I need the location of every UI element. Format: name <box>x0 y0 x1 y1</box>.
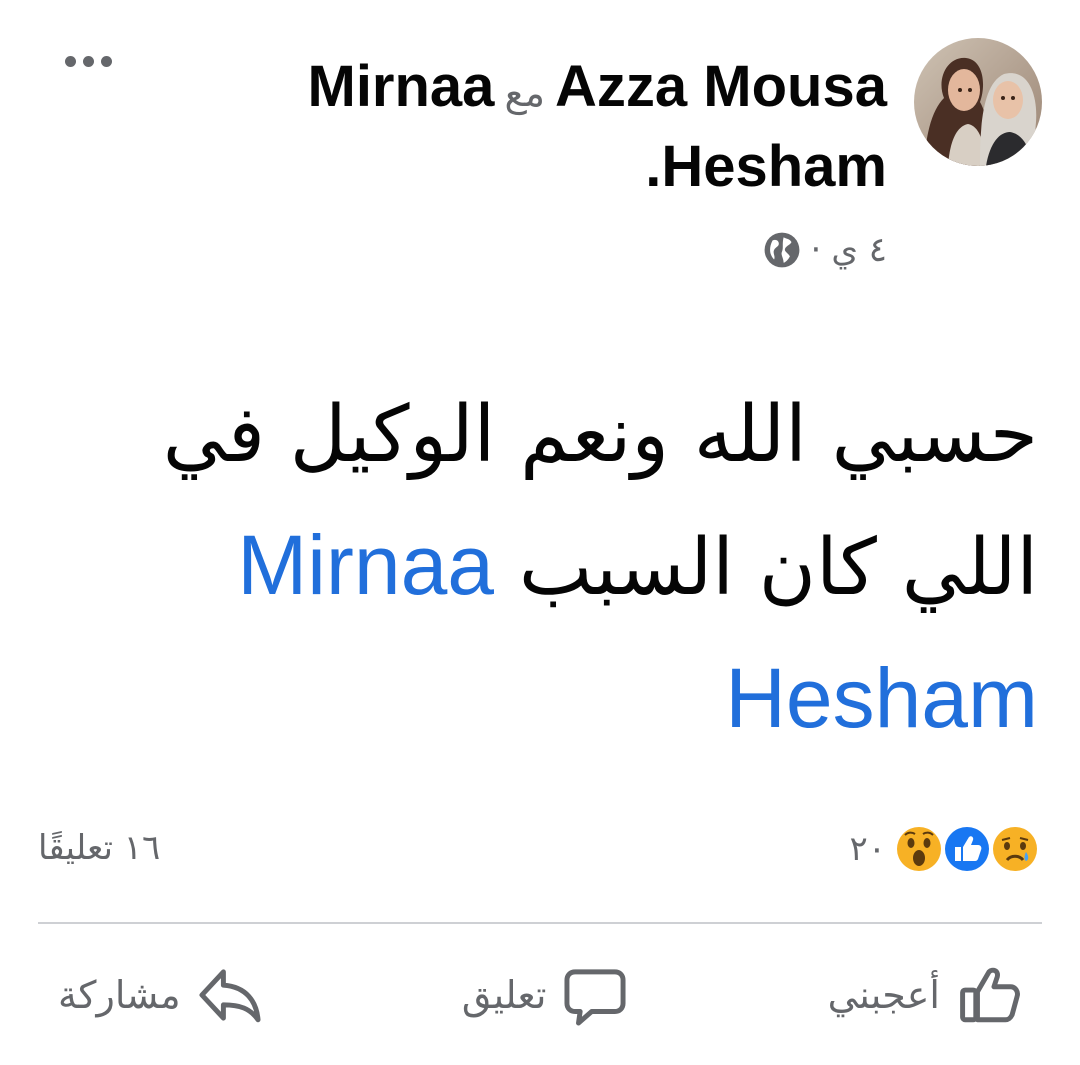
divider <box>38 922 1042 924</box>
comments-count[interactable]: ١٦ تعليقًا <box>38 828 160 868</box>
trailing-period: . <box>645 134 662 199</box>
share-arrow-icon <box>199 969 261 1023</box>
header-line-2: .Hesham <box>187 130 887 204</box>
avatar-photo <box>914 38 1042 166</box>
post-text-line-2-arabic: اللي كان السبب <box>518 523 1038 613</box>
reactions-summary[interactable]: ٢٠ <box>849 822 1042 876</box>
globe-icon[interactable] <box>763 231 801 269</box>
author-name[interactable]: Azza Mousa <box>555 54 887 119</box>
reaction-icons <box>894 822 1042 876</box>
header-line-1: Mirnaa مع Azza Mousa <box>187 50 888 130</box>
like-label: أعجبني <box>827 973 940 1017</box>
avatar[interactable] <box>914 38 1042 166</box>
more-options-dot <box>100 55 112 67</box>
sad-reaction-icon <box>990 824 1040 874</box>
action-bar: أعجبني تعليق مشاركة <box>38 950 1042 1040</box>
wow-reaction-icon <box>894 824 944 874</box>
post-text-line-1: حسبي الله ونعم الوكيل في <box>162 390 1038 480</box>
post-text: حسبي الله ونعم الوكيل في اللي كان السبب … <box>78 370 1038 766</box>
reaction-count: ٢٠ <box>849 829 886 869</box>
post-time[interactable]: ٤ ي <box>831 230 887 270</box>
more-options-dot <box>82 55 94 67</box>
like-reaction-icon <box>942 824 992 874</box>
share-button[interactable]: مشاركة <box>38 962 283 1028</box>
comment-label: تعليق <box>461 973 547 1017</box>
co-author-name-continued[interactable]: Hesham <box>661 134 887 199</box>
comment-bubble-icon <box>564 969 626 1026</box>
comment-button[interactable]: تعليق <box>442 962 649 1028</box>
with-label: مع <box>504 71 546 115</box>
post-stats: ١٦ تعليقًا ٢٠ <box>38 822 1042 882</box>
thumbs-up-icon <box>960 967 1020 1023</box>
more-options-button[interactable] <box>58 46 118 76</box>
post-meta: ٤ ي · <box>763 230 887 270</box>
more-options-icon <box>64 55 76 67</box>
post-header: Mirnaa مع Azza Mousa .Hesham <box>187 50 888 204</box>
post-text-line-2: اللي كان السبب Mirnaa Hesham <box>78 500 1038 766</box>
share-label: مشاركة <box>58 973 181 1017</box>
co-author-name[interactable]: Mirnaa <box>308 54 495 119</box>
meta-separator: · <box>810 230 822 270</box>
like-button[interactable]: أعجبني <box>808 962 1042 1028</box>
